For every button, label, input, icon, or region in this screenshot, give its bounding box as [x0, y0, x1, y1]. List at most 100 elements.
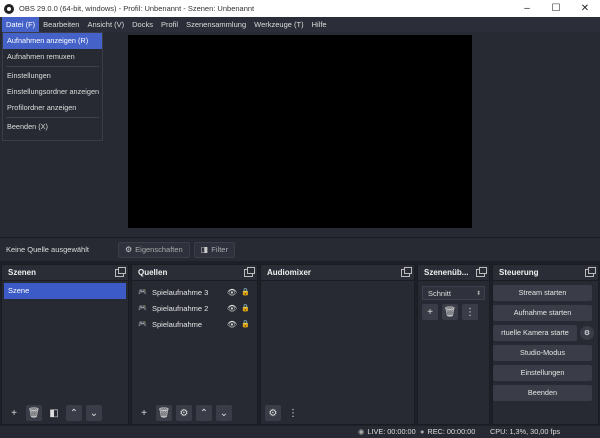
- controls-dock-title: Steuerung: [499, 268, 539, 277]
- add-scene-button[interactable]: +: [6, 405, 22, 421]
- move-scene-up-button[interactable]: ⌃: [66, 405, 82, 421]
- transition-select[interactable]: Schnitt ⬍: [422, 286, 485, 300]
- sources-dock-header: Quellen: [132, 265, 257, 281]
- settings-button[interactable]: Einstellungen: [493, 365, 592, 381]
- menu-help[interactable]: Hilfe: [308, 17, 331, 32]
- visibility-eye-icon[interactable]: 👁: [227, 304, 237, 313]
- transition-buttons: + 🗑 ⋮: [418, 300, 489, 320]
- menu-profile[interactable]: Profil: [157, 17, 182, 32]
- file-menu-dropdown: Aufnahmen anzeigen (R) Aufnahmen remuxen…: [2, 32, 103, 141]
- audio-mixer-toolbar: ⚙ ⋮: [261, 402, 414, 424]
- minimize-button[interactable]: –: [512, 0, 542, 17]
- start-recording-button[interactable]: Aufnahme starten: [493, 305, 592, 321]
- undock-icon[interactable]: [585, 267, 596, 277]
- scenes-dock: Szenen Szene + 🗑 ◧ ⌃ ⌄: [1, 264, 129, 425]
- transition-options-icon[interactable]: ⋮: [462, 304, 478, 320]
- preview-canvas[interactable]: [128, 35, 472, 228]
- menu-edit[interactable]: Bearbeiten: [39, 17, 83, 32]
- undock-icon[interactable]: [476, 267, 487, 277]
- scene-item[interactable]: Szene: [4, 283, 126, 299]
- menu-view[interactable]: Ansicht (V): [83, 17, 128, 32]
- audio-mixer-dock: Audiomixer ⚙ ⋮: [260, 264, 415, 425]
- virtual-camera-settings-gear-icon[interactable]: ⚙: [580, 326, 594, 340]
- move-source-up-button[interactable]: ⌃: [196, 405, 212, 421]
- more-options-icon[interactable]: ⋮: [285, 405, 301, 421]
- menu-item-show-profile-folder[interactable]: Profilordner anzeigen: [3, 100, 102, 116]
- menu-item-show-settings-folder[interactable]: Einstellungsordner anzeigen: [3, 84, 102, 100]
- cpu-status: CPU: 1,3%, 30,00 fps: [490, 427, 561, 436]
- live-time: LIVE: 00:00:00: [367, 427, 416, 436]
- status-bar: ◉ LIVE: 00:00:00 ● REC: 00:00:00 CPU: 1,3%…: [0, 426, 600, 438]
- gamepad-icon: 🎮: [138, 289, 147, 296]
- sources-toolbar: + 🗑 ⚙ ⌃ ⌄: [132, 402, 257, 424]
- audio-mixer-dock-title: Audiomixer: [267, 268, 312, 277]
- source-toolbar: Keine Quelle ausgewählt ⚙ Eigenschaften …: [0, 237, 600, 261]
- visibility-eye-icon[interactable]: 👁: [227, 288, 237, 297]
- source-item[interactable]: 🎮 Spielaufnahme 3 👁 🔒: [132, 284, 257, 300]
- lock-icon[interactable]: 🔒: [241, 304, 250, 312]
- window-title: OBS 29.0.0 (64-bit, windows) - Profil: U…: [19, 4, 255, 13]
- menu-bar: Datei (F) Bearbeiten Ansicht (V) Docks P…: [0, 17, 600, 32]
- remove-source-button[interactable]: 🗑: [156, 405, 172, 421]
- source-item[interactable]: 🎮 Spielaufnahme 👁 🔒: [132, 316, 257, 332]
- sources-dock-title: Quellen: [138, 268, 168, 277]
- menu-item-exit[interactable]: Beenden (X): [3, 119, 102, 135]
- rec-status: ● REC: 00:00:00: [420, 426, 475, 438]
- properties-button[interactable]: ⚙ Eigenschaften: [118, 241, 190, 258]
- source-item[interactable]: 🎮 Spielaufnahme 2 👁 🔒: [132, 300, 257, 316]
- menu-item-remux-recordings[interactable]: Aufnahmen remuxen: [3, 49, 102, 65]
- transitions-dock-header: Szenenüb...: [418, 265, 489, 281]
- remove-transition-button[interactable]: 🗑: [442, 304, 458, 320]
- menu-separator: [6, 117, 99, 118]
- start-stream-button[interactable]: Stream starten: [493, 285, 592, 301]
- sources-dock: Quellen 🎮 Spielaufnahme 3 👁 🔒 🎮 Spielauf…: [131, 264, 258, 425]
- lock-icon[interactable]: 🔒: [241, 320, 250, 328]
- menu-item-show-recordings[interactable]: Aufnahmen anzeigen (R): [3, 33, 102, 49]
- live-status: ◉ LIVE: 00:00:00: [358, 426, 416, 438]
- exit-button[interactable]: Beenden: [493, 385, 592, 401]
- gamepad-icon: 🎮: [138, 321, 147, 328]
- transitions-dock-title: Szenenüb...: [424, 268, 469, 277]
- close-button[interactable]: ✕: [570, 0, 600, 17]
- remove-scene-button[interactable]: 🗑: [26, 405, 42, 421]
- menu-docks[interactable]: Docks: [128, 17, 157, 32]
- source-properties-gear-icon[interactable]: ⚙: [176, 405, 192, 421]
- add-transition-button[interactable]: +: [422, 304, 438, 320]
- title-bar: OBS 29.0.0 (64-bit, windows) - Profil: U…: [0, 0, 600, 17]
- controls-dock-header: Steuerung: [493, 265, 598, 281]
- visibility-eye-icon[interactable]: 👁: [227, 320, 237, 329]
- add-source-button[interactable]: +: [136, 405, 152, 421]
- properties-label: Eigenschaften: [135, 245, 183, 254]
- spinner-arrows-icon: ⬍: [475, 290, 481, 297]
- filter-icon: ◨: [200, 245, 209, 254]
- audio-mixer-dock-header: Audiomixer: [261, 265, 414, 281]
- no-source-label: Keine Quelle ausgewählt: [6, 245, 89, 254]
- menu-tools[interactable]: Werkzeuge (T): [250, 17, 307, 32]
- gear-icon: ⚙: [125, 245, 133, 254]
- filter-button[interactable]: ◨ Filter: [193, 241, 235, 258]
- undock-icon[interactable]: [115, 267, 126, 277]
- scenes-toolbar: + 🗑 ◧ ⌃ ⌄: [2, 402, 128, 424]
- source-label: Spielaufnahme 3: [152, 287, 209, 297]
- undock-icon[interactable]: [401, 267, 412, 277]
- scene-filters-button[interactable]: ◧: [46, 405, 62, 421]
- start-virtual-camera-button[interactable]: rtuelle Kamera starte: [493, 325, 577, 341]
- menu-file[interactable]: Datei (F): [2, 17, 40, 32]
- menu-item-settings[interactable]: Einstellungen: [3, 68, 102, 84]
- transition-select-value: Schnitt: [428, 288, 451, 298]
- studio-mode-button[interactable]: Studio-Modus: [493, 345, 592, 361]
- source-label: Spielaufnahme 2: [152, 303, 209, 313]
- scenes-dock-title: Szenen: [8, 268, 37, 277]
- lock-icon[interactable]: 🔒: [241, 288, 250, 296]
- undock-icon[interactable]: [244, 267, 255, 277]
- rec-time: REC: 00:00:00: [427, 427, 476, 436]
- live-signal-icon: ◉: [358, 427, 365, 436]
- menu-scene-collection[interactable]: Szenensammlung: [182, 17, 250, 32]
- controls-dock: Steuerung Stream starten Aufnahme starte…: [492, 264, 599, 425]
- advanced-audio-gear-icon[interactable]: ⚙: [265, 405, 281, 421]
- move-source-down-button[interactable]: ⌄: [216, 405, 232, 421]
- source-label: Spielaufnahme: [152, 319, 203, 329]
- maximize-button[interactable]: ☐: [541, 0, 571, 17]
- scene-transitions-dock: Szenenüb... Schnitt ⬍ + 🗑 ⋮: [417, 264, 490, 425]
- move-scene-down-button[interactable]: ⌄: [86, 405, 102, 421]
